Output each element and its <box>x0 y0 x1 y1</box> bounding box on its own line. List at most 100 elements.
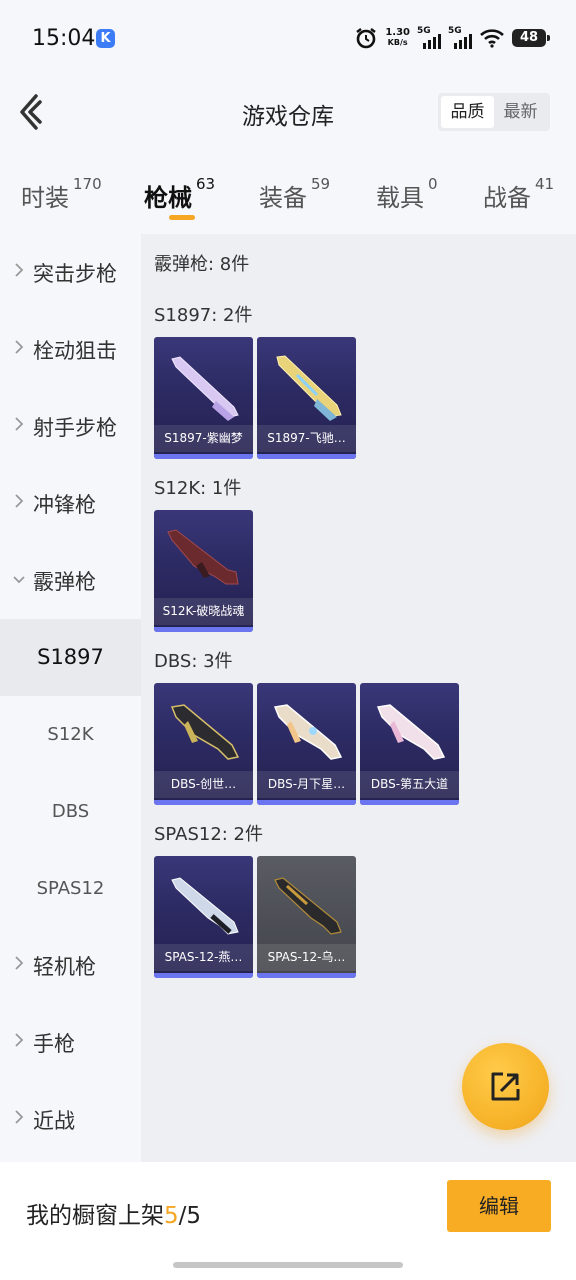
weapon-name: S1897-飞驰… <box>257 425 356 452</box>
sidebar-item-label: 手枪 <box>33 1032 75 1056</box>
weapon-thumbnail <box>274 877 342 935</box>
weapon-card[interactable]: DBS-月下星… <box>257 683 356 805</box>
group-header: SPAS12: 2件 <box>154 824 264 845</box>
sort-newest-button[interactable]: 最新 <box>494 96 547 128</box>
signal-icon: 5G <box>448 27 472 49</box>
chevron-right-icon <box>15 1110 24 1124</box>
tab-costumes[interactable]: 时装 170 <box>21 175 102 213</box>
weapon-thumbnail <box>276 355 342 421</box>
sort-quality-button[interactable]: 品质 <box>441 96 494 128</box>
weapon-card[interactable]: DBS-创世… <box>154 683 253 805</box>
sidebar-item-label: 射手步枪 <box>33 416 117 440</box>
weapon-name: DBS-月下星… <box>257 771 356 798</box>
weapon-card[interactable]: S12K-破晓战魂 <box>154 510 253 632</box>
weapon-card[interactable]: S1897-飞驰… <box>257 337 356 459</box>
chevron-right-icon <box>15 263 24 277</box>
group-header: S12K: 1件 <box>154 478 242 499</box>
sidebar-sub-spas12[interactable]: SPAS12 <box>0 850 141 927</box>
weapon-list[interactable]: 霰弹枪: 8件 S1897: 2件 S1897-紫幽梦 S1897-飞驰… S1… <box>141 234 576 1162</box>
tab-label: 载具 <box>376 184 424 212</box>
wifi-icon <box>479 28 505 48</box>
rarity-bar <box>360 800 459 805</box>
sidebar-sub-s12k[interactable]: S12K <box>0 696 141 773</box>
share-fab-button[interactable] <box>462 1043 549 1130</box>
external-link-icon <box>491 1072 520 1101</box>
rarity-bar <box>154 627 253 632</box>
weapon-thumbnail <box>273 704 343 760</box>
showcase-status: 我的橱窗上架5/5 <box>26 1196 201 1230</box>
sidebar-sub-dbs[interactable]: DBS <box>0 773 141 850</box>
app-notification-icon: K <box>96 29 115 48</box>
sidebar-item-marksman-rifle[interactable]: 射手步枪 <box>0 388 141 465</box>
status-bar: 15:04 K 1.30 KB/s 5G 5G 48 <box>0 0 576 66</box>
weapon-card[interactable]: SPAS-12-燕… <box>154 856 253 978</box>
sidebar-sub-s1897[interactable]: S1897 <box>0 619 141 696</box>
tab-count: 170 <box>73 175 102 193</box>
edit-button[interactable]: 编辑 <box>447 1180 551 1232</box>
sidebar-item-label: 近战 <box>33 1109 75 1133</box>
group-header: DBS: 3件 <box>154 651 233 672</box>
showcase-total-count: 5 <box>186 1203 202 1229</box>
status-time: 15:04 <box>32 26 96 51</box>
tab-label: 装备 <box>259 184 307 212</box>
weapon-card[interactable]: S1897-紫幽梦 <box>154 337 253 459</box>
sidebar-item-label: 轻机枪 <box>33 955 96 979</box>
sidebar-item-label: 冲锋枪 <box>33 493 96 517</box>
chevron-down-icon <box>13 576 25 584</box>
sidebar-item-shotgun[interactable]: 霰弹枪 <box>0 542 141 619</box>
home-indicator[interactable] <box>173 1262 403 1268</box>
group-header: S1897: 2件 <box>154 305 253 326</box>
sidebar-item-label: 栓动狙击 <box>33 339 117 363</box>
weapon-card[interactable]: SPAS-12-乌… <box>257 856 356 978</box>
weapon-name: DBS-创世… <box>154 771 253 798</box>
weapon-name: SPAS-12-乌… <box>257 944 356 971</box>
rarity-bar <box>257 973 356 978</box>
network-speed-value: 1.30 <box>385 27 410 38</box>
app-header: 游戏仓库 品质 最新 <box>0 66 576 162</box>
rarity-bar <box>257 454 356 459</box>
weapon-name: DBS-第五大道 <box>360 771 459 798</box>
category-header: 霰弹枪: 8件 <box>154 254 250 275</box>
sidebar-item-smg[interactable]: 冲锋枪 <box>0 465 141 542</box>
showcase-label: 我的橱窗上架 <box>26 1203 164 1229</box>
status-icons: 1.30 KB/s 5G 5G 48 <box>354 24 550 52</box>
weapon-thumbnail <box>170 704 240 760</box>
weapon-thumbnail <box>171 356 239 421</box>
active-tab-indicator <box>169 215 195 220</box>
tab-count: 63 <box>196 175 216 193</box>
sidebar-item-bolt-sniper[interactable]: 栓动狙击 <box>0 311 141 388</box>
category-tabs: 时装 170 枪械 63 装备 59 载具 0 战备 41 <box>0 162 576 234</box>
sidebar-item-assault-rifle[interactable]: 突击步枪 <box>0 234 141 311</box>
sidebar-item-pistol[interactable]: 手枪 <box>0 1004 141 1081</box>
chevron-right-icon <box>15 1033 24 1047</box>
weapon-thumbnail <box>167 529 239 585</box>
signal-icon: 5G <box>417 27 441 49</box>
weapon-name: S1897-紫幽梦 <box>154 425 253 452</box>
rarity-bar <box>154 454 253 459</box>
chevron-right-icon <box>15 417 24 431</box>
chevron-right-icon <box>15 956 24 970</box>
sidebar-item-label: 霰弹枪 <box>33 570 96 594</box>
sidebar-item-melee[interactable]: 近战 <box>0 1081 141 1158</box>
tab-supplies[interactable]: 战备 41 <box>483 175 554 213</box>
tab-count: 0 <box>428 175 438 193</box>
weapon-card[interactable]: DBS-第五大道 <box>360 683 459 805</box>
tab-vehicles[interactable]: 载具 0 <box>376 175 438 213</box>
sidebar-item-lmg[interactable]: 轻机枪 <box>0 927 141 1004</box>
tab-label: 战备 <box>483 184 531 212</box>
network-speed-unit: KB/s <box>387 38 408 47</box>
chevron-right-icon <box>15 340 24 354</box>
weapon-thumbnail <box>171 877 239 935</box>
tab-label: 枪械 <box>144 184 192 212</box>
tab-label: 时装 <box>21 184 69 212</box>
weapon-category-sidebar: 突击步枪 栓动狙击 射手步枪 冲锋枪 霰弹枪 S1897 S12K DBS SP… <box>0 234 141 1162</box>
battery-icon: 48 <box>512 29 550 47</box>
chevron-right-icon <box>15 494 24 508</box>
tab-equipment[interactable]: 装备 59 <box>259 175 330 213</box>
tab-firearms[interactable]: 枪械 63 <box>144 175 216 213</box>
rarity-bar <box>257 800 356 805</box>
showcase-current-count: 5 <box>164 1203 179 1229</box>
weapon-thumbnail <box>376 704 446 760</box>
weapon-name: S12K-破晓战魂 <box>154 598 253 625</box>
network-speed: 1.30 KB/s <box>385 28 410 48</box>
